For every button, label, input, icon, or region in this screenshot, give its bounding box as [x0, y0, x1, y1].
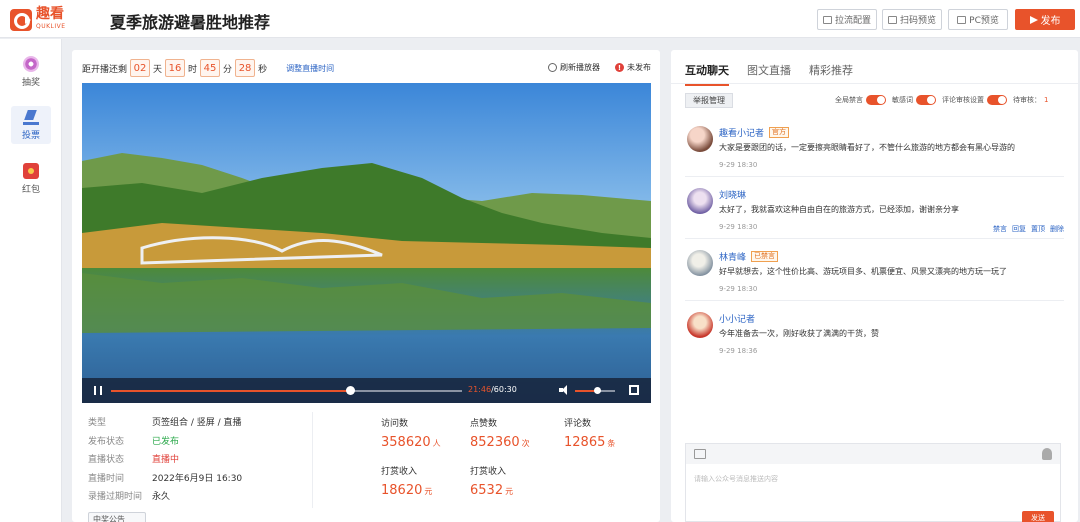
- chat-message: 小小记者 今年准备去一次，刚好收获了满满的干货，赞 9-29 18:36: [685, 303, 1064, 363]
- settings-icon: [822, 15, 832, 24]
- live-main-panel: 距开播还剩 02 天 16 时 45 分 28 秒 调整直播时间 刷新播放器 !…: [72, 50, 660, 522]
- pending-review-count[interactable]: 待审核： 1: [1013, 95, 1048, 105]
- detail-row: 发布状态 已发布: [88, 436, 180, 447]
- composer-toolbar: [686, 444, 1060, 464]
- send-button[interactable]: 发送: [1022, 511, 1054, 522]
- video-controls: 21:46/60:30: [82, 378, 651, 403]
- toggle-sensitive-words[interactable]: 敏感词: [892, 95, 936, 105]
- live-details: 类型 页签组合 / 竖屏 / 直播 发布状态 已发布 直播状态 直播中 直播时间 202…: [88, 414, 242, 507]
- page-title: 夏季旅游避暑胜地推荐: [110, 13, 271, 32]
- logo-subtitle: QUKLIVE: [36, 23, 66, 30]
- details-divider: [312, 412, 313, 508]
- chat-message: 林青峰 已禁言 好早就想去，这个性价比高、游玩项目多、机票便宜、风景又漂亮的地方玩…: [685, 241, 1064, 301]
- switch-icon[interactable]: [916, 95, 936, 105]
- switch-icon[interactable]: [866, 95, 886, 105]
- progress-fill: [111, 390, 350, 392]
- detail-row: 直播状态 直播中: [88, 455, 180, 465]
- app-logo[interactable]: 趣看 QUKLIVE: [10, 7, 66, 32]
- pause-icon[interactable]: [94, 386, 102, 395]
- chat-message: 刘晓琳 太好了，我就喜欢这种自由自在的旅游方式，已经添加，谢谢亲分享 9-29 …: [685, 179, 1064, 239]
- countdown-hours: 16: [165, 59, 186, 77]
- stat-tips-income-2: 打赏收入 6532 元: [470, 467, 514, 498]
- avatar[interactable]: [687, 126, 713, 152]
- user-icon[interactable]: [1042, 448, 1052, 460]
- countdown-timer: 距开播还剩 02 天 16 时 45 分 28 秒 调整直播时间: [82, 59, 334, 77]
- chat-toggles: 全局禁言 敏感词 评论审核设置 待审核： 1: [835, 95, 1048, 105]
- message-actions: 禁言 回复 置顶 删除: [993, 224, 1064, 234]
- sidebar-item-red-packet[interactable]: 红包: [11, 160, 51, 198]
- vote-icon: [23, 109, 39, 125]
- refresh-icon: [548, 63, 557, 72]
- avatar[interactable]: [687, 312, 713, 338]
- pc-preview-button[interactable]: PC预览: [948, 9, 1008, 30]
- report-management-button[interactable]: 举报管理: [685, 93, 733, 108]
- alert-icon: !: [615, 63, 624, 72]
- playback-time: 21:46/60:30: [468, 385, 517, 394]
- stat-likes: 点赞数 852360 次: [470, 419, 530, 450]
- volume-track[interactable]: [575, 387, 615, 394]
- reply-link[interactable]: 回复: [1012, 224, 1026, 234]
- chat-message: 趣看小记者 官方 大家是要跟团的话，一定要擦亮眼睛看好了，不管什么旅游的地方都会有…: [685, 117, 1064, 177]
- volume-icon[interactable]: [559, 385, 571, 395]
- scan-preview-button[interactable]: 扫码预览: [882, 9, 942, 30]
- official-badge: 官方: [769, 127, 790, 138]
- image-icon[interactable]: [694, 449, 706, 459]
- avatar[interactable]: [687, 188, 713, 214]
- qr-icon: [887, 15, 897, 24]
- detail-row: 录播过期时间 永久: [88, 492, 171, 502]
- stat-tips-income: 打赏收入 18620 元: [381, 467, 433, 498]
- logo-mark-icon: [10, 8, 32, 31]
- toggle-comment-review[interactable]: 评论审核设置: [942, 95, 1007, 105]
- countdown-minutes: 45: [200, 59, 221, 77]
- countdown-days: 02: [130, 59, 151, 77]
- send-icon: [1029, 15, 1038, 24]
- toggle-global-mute[interactable]: 全局禁言: [835, 95, 886, 105]
- pin-link[interactable]: 置顶: [1031, 224, 1045, 234]
- switch-icon[interactable]: [987, 95, 1007, 105]
- fullscreen-icon[interactable]: [629, 385, 639, 395]
- muted-badge: 已禁言: [751, 251, 779, 262]
- left-sidebar: 抽奖 投票 红包: [0, 39, 62, 522]
- monitor-icon: [957, 15, 967, 24]
- tab-divider: [671, 83, 1078, 84]
- logo-name: 趣看: [36, 6, 64, 22]
- refresh-player-button[interactable]: 刷新播放器: [548, 62, 600, 73]
- lottery-wheel-icon: [23, 56, 39, 72]
- progress-handle[interactable]: [345, 386, 355, 395]
- detail-row: 直播时间 2022年6月9日 16:30: [88, 473, 243, 484]
- progress-track[interactable]: [111, 386, 462, 395]
- chat-panel: 互动聊天 图文直播 精彩推荐 举报管理 全局禁言 敏感词 评论审核设置 待审核：…: [671, 50, 1078, 522]
- pull-config-button[interactable]: 拉流配置: [817, 9, 877, 30]
- unpublished-status: ! 未发布: [615, 62, 651, 73]
- delete-link[interactable]: 删除: [1050, 224, 1064, 234]
- sidebar-item-vote[interactable]: 投票: [11, 106, 51, 144]
- detail-row: 类型 页签组合 / 竖屏 / 直播: [88, 418, 242, 428]
- top-header: 趣看 QUKLIVE 夏季旅游避暑胜地推荐 拉流配置 扫码预览 PC预览 发布: [0, 0, 1080, 38]
- publish-button[interactable]: 发布: [1015, 9, 1075, 30]
- stat-comments: 评论数 12865 条: [564, 419, 616, 450]
- countdown-seconds: 28: [235, 59, 256, 77]
- prize-notice-button[interactable]: 中奖公告: [88, 512, 146, 522]
- adjust-live-time-link[interactable]: 调整直播时间: [286, 63, 334, 74]
- sidebar-item-lottery[interactable]: 抽奖: [11, 53, 51, 91]
- composer-input[interactable]: 请输入公众号消息推送内容: [694, 474, 778, 484]
- stat-visits: 访问数 358620 人: [381, 419, 441, 450]
- red-packet-icon: [23, 163, 39, 179]
- avatar[interactable]: [687, 250, 713, 276]
- volume-handle[interactable]: [594, 387, 601, 394]
- message-composer: 请输入公众号消息推送内容 发送: [685, 443, 1061, 522]
- mute-user-link[interactable]: 禁言: [993, 224, 1007, 234]
- video-frame[interactable]: [82, 83, 651, 403]
